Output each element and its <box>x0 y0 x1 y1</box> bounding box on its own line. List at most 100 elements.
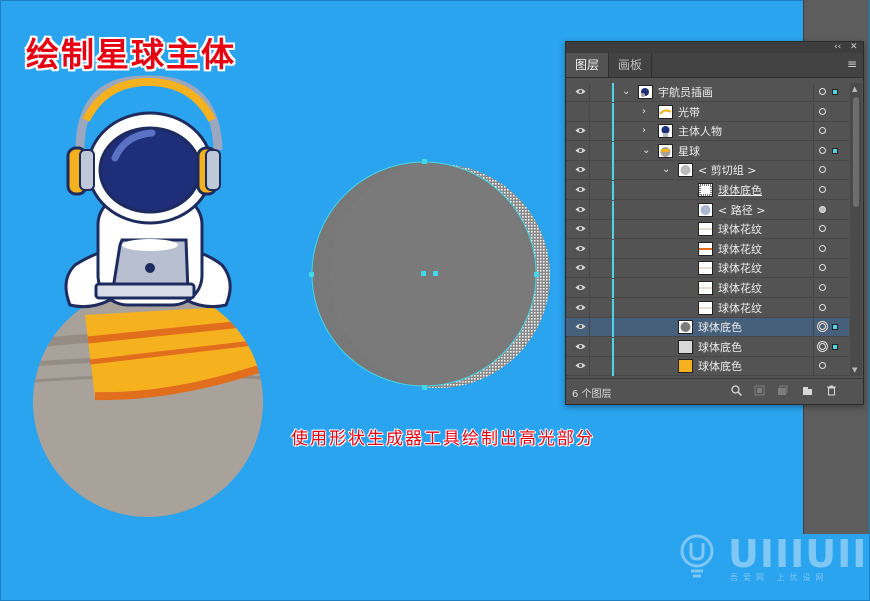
layer-row[interactable]: 球体底色 <box>566 318 849 338</box>
layer-name[interactable]: 光带 <box>678 105 700 120</box>
planet-shape-builder-preview[interactable] <box>309 159 550 390</box>
layer-row[interactable]: < 路径 > <box>566 200 849 220</box>
layer-row[interactable]: 球体花纹 <box>566 220 849 240</box>
layer-row[interactable]: 球体底色 <box>566 357 849 376</box>
target-circle-icon[interactable] <box>819 107 826 115</box>
chevron-right-icon[interactable]: › <box>642 124 646 138</box>
visibility-eye-icon[interactable] <box>575 245 586 252</box>
layer-name[interactable]: 球体底色 <box>698 359 742 374</box>
visibility-eye-icon[interactable] <box>575 88 586 95</box>
target-circle-icon[interactable] <box>819 264 826 272</box>
layer-name[interactable]: 宇航员插画 <box>658 85 713 100</box>
visibility-eye-icon[interactable] <box>575 206 586 213</box>
anchor-point[interactable] <box>309 272 314 277</box>
layer-name[interactable]: 球体花纹 <box>718 222 762 237</box>
visibility-eye-icon[interactable] <box>575 186 586 193</box>
layer-name[interactable]: 球体底色 <box>718 183 762 198</box>
target-circle-icon[interactable] <box>819 225 826 233</box>
tab-layers[interactable]: 图层 <box>566 53 610 77</box>
lock-column[interactable] <box>589 161 590 181</box>
visibility-eye-icon[interactable] <box>575 225 586 232</box>
layer-row[interactable]: 球体底色 <box>566 181 849 200</box>
layer-row[interactable]: 球体花纹 <box>566 298 849 318</box>
lock-column[interactable] <box>589 279 590 298</box>
lock-column[interactable] <box>589 357 590 376</box>
selection-indicator[interactable] <box>832 147 838 154</box>
target-circle-icon[interactable] <box>819 342 826 350</box>
layer-row[interactable]: 球体底色 <box>566 337 849 357</box>
anchor-point[interactable] <box>534 272 539 277</box>
visibility-eye-icon[interactable] <box>575 323 586 330</box>
target-circle-icon[interactable] <box>819 166 826 174</box>
target-circle-icon[interactable] <box>819 362 826 370</box>
lock-column[interactable] <box>589 298 590 318</box>
lock-column[interactable] <box>589 318 590 338</box>
visibility-eye-icon[interactable] <box>575 343 586 350</box>
center-point[interactable] <box>421 271 426 276</box>
anchor-point[interactable] <box>422 385 427 390</box>
layer-row[interactable]: ⌄ 星球 <box>566 141 849 161</box>
visibility-eye-icon[interactable] <box>575 127 586 134</box>
visibility-eye-icon[interactable] <box>575 147 586 154</box>
visibility-eye-icon[interactable] <box>575 166 586 173</box>
lock-column[interactable] <box>589 122 590 142</box>
visibility-eye-icon[interactable] <box>575 362 586 369</box>
tab-artboards[interactable]: 画板 <box>609 53 653 77</box>
chevron-right-icon[interactable]: › <box>642 105 646 119</box>
double-chevron-icon[interactable]: ‹‹ <box>834 42 841 53</box>
locate-object-icon[interactable] <box>731 385 742 396</box>
layer-row[interactable]: › 主体人物 <box>566 122 849 142</box>
layer-name[interactable]: 球体花纹 <box>718 281 762 296</box>
scroll-up-icon[interactable]: ▲ <box>852 85 857 93</box>
center-point[interactable] <box>433 271 438 276</box>
selection-indicator[interactable] <box>832 324 838 331</box>
selection-indicator[interactable] <box>832 89 838 95</box>
layer-name[interactable]: < 剪切组 > <box>698 163 756 178</box>
target-circle-icon[interactable] <box>819 186 826 193</box>
layer-name[interactable]: 主体人物 <box>678 124 722 139</box>
layer-name[interactable]: < 路径 > <box>718 203 765 218</box>
target-circle-icon[interactable] <box>819 244 826 252</box>
delete-icon[interactable] <box>826 385 837 396</box>
lock-column[interactable] <box>589 200 590 220</box>
selection-indicator[interactable] <box>832 343 838 350</box>
visibility-eye-icon[interactable] <box>575 264 586 271</box>
anchor-point[interactable] <box>422 159 427 164</box>
lock-column[interactable] <box>589 259 590 279</box>
layer-row[interactable]: 球体花纹 <box>566 259 849 279</box>
layer-name[interactable]: 球体花纹 <box>718 242 762 257</box>
scroll-down-icon[interactable]: ▼ <box>852 366 857 374</box>
new-sublayer-icon[interactable] <box>777 385 788 396</box>
target-circle-icon[interactable] <box>819 88 826 95</box>
chevron-down-icon[interactable]: ⌄ <box>642 144 650 158</box>
layer-row[interactable]: 球体花纹 <box>566 279 849 298</box>
visibility-eye-icon[interactable] <box>575 304 586 311</box>
close-icon[interactable]: ✕ <box>850 42 858 53</box>
layer-row[interactable]: 球体花纹 <box>566 239 849 259</box>
target-circle-icon[interactable] <box>819 205 826 213</box>
layer-name[interactable]: 球体花纹 <box>718 301 762 316</box>
hamburger-menu-icon[interactable]: ≡ <box>847 58 857 70</box>
target-circle-icon[interactable] <box>819 284 826 291</box>
layer-name[interactable]: 星球 <box>678 144 700 159</box>
target-circle-icon[interactable] <box>819 303 826 311</box>
layer-row[interactable]: › 光带 <box>566 102 849 122</box>
lock-column[interactable] <box>589 141 590 161</box>
lock-column[interactable] <box>589 239 590 259</box>
new-layer-icon[interactable] <box>802 385 813 396</box>
lock-column[interactable] <box>589 83 590 102</box>
layer-row[interactable]: ⌄ < 剪切组 > <box>566 161 849 181</box>
scrollbar-thumb[interactable] <box>853 97 859 207</box>
clipping-mask-icon[interactable] <box>754 385 765 396</box>
lock-column[interactable] <box>589 102 590 122</box>
panel-title-bar[interactable]: ‹‹ ✕ <box>566 42 863 53</box>
layer-name[interactable]: 球体底色 <box>698 320 742 335</box>
layers-panel[interactable]: ‹‹ ✕ 图层 画板 ≡ ⌄ 宇航员插画 › 光带 › 主体人物 ⌄ 星球 ⌄ < 剪切组 > 球体… <box>565 41 864 405</box>
chevron-down-icon[interactable]: ⌄ <box>622 85 630 99</box>
lock-column[interactable] <box>589 181 590 200</box>
target-circle-icon[interactable] <box>819 323 826 331</box>
lock-column[interactable] <box>589 337 590 357</box>
chevron-down-icon[interactable]: ⌄ <box>662 163 670 177</box>
layer-row[interactable]: ⌄ 宇航员插画 <box>566 83 849 102</box>
lock-column[interactable] <box>589 220 590 240</box>
